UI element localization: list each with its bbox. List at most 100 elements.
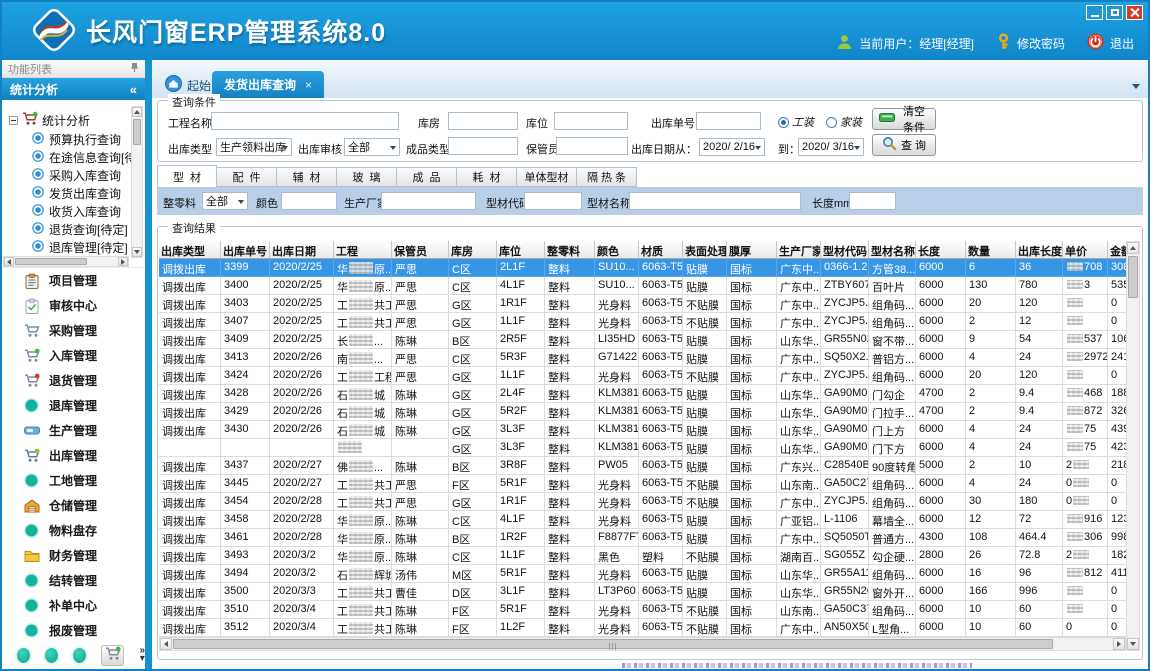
sidebar-menu-item[interactable]: 生产管理 (2, 418, 145, 443)
sidebar-menu-item[interactable]: 补单中心 (2, 593, 145, 618)
column-header[interactable]: 出库类型 (159, 241, 221, 258)
column-header[interactable]: 生产厂家 (777, 241, 821, 258)
column-header[interactable]: 库房 (449, 241, 497, 258)
material-tab-0[interactable]: 型 材 (157, 165, 217, 187)
table-row[interactable]: G区3L3F整料KLM38176063-T5贴膜国标山东华...GA90M09.… (159, 439, 1126, 457)
tree-item[interactable]: 收货入库查询 (2, 202, 136, 220)
close-tab-icon[interactable]: × (305, 78, 312, 92)
keeper-input[interactable] (556, 137, 628, 155)
radio-jiazhuang[interactable]: 家装 (826, 114, 862, 130)
column-header[interactable]: 型材代码 (821, 241, 869, 258)
change-password-link[interactable]: 修改密码 (1017, 35, 1065, 52)
material-tab-3[interactable]: 玻 璃 (337, 167, 397, 187)
clear-conditions-button[interactable]: 清空条件 (872, 108, 936, 130)
tree-item[interactable]: 采购入库查询 (2, 166, 136, 184)
material-tab-4[interactable]: 成 品 (397, 167, 457, 187)
radio-gongzhuang[interactable]: 工装 (778, 114, 814, 130)
profile-code-input[interactable] (524, 192, 582, 210)
sidebar-group-header[interactable]: 统计分析 « (2, 78, 145, 100)
column-header[interactable]: 工程 (334, 241, 392, 258)
column-header[interactable]: 数量 (966, 241, 1016, 258)
sidebar-menu-item[interactable]: 退货管理 (2, 368, 145, 393)
material-tab-2[interactable]: 辅 材 (277, 167, 337, 187)
location-input[interactable] (554, 112, 628, 130)
tree-item[interactable]: 退库管理[待定] (2, 238, 136, 256)
tree-horizontal-scrollbar[interactable] (3, 256, 129, 267)
table-row[interactable]: 调拨出库34932020/3/2华原...陈琳C区1L1F整料黑色塑料不贴膜国标… (159, 547, 1126, 565)
tree-item[interactable]: 在途信息查询[待 (2, 148, 136, 166)
table-row[interactable]: 调拨出库34092020/2/25长...陈琳B区2R5F整料LI35HD606… (159, 331, 1126, 349)
table-row[interactable]: 调拨出库34132020/2/26南...严思C区5R3F整料G71422606… (159, 349, 1126, 367)
sidebar-menu-item[interactable]: 出库管理 (2, 443, 145, 468)
table-horizontal-scrollbar[interactable] (159, 637, 1126, 651)
table-row[interactable]: 调拨出库35002020/3/3工共工程曹佳D区3L1F整料LT3P606063… (159, 583, 1126, 601)
tree-item[interactable]: 预算执行查询 (2, 130, 136, 148)
table-row[interactable]: 调拨出库34542020/2/28工共工程严思G区1R1F整料光身料6063-T… (159, 493, 1126, 511)
table-row[interactable]: 调拨出库34072020/2/25工共工程严思G区1L1F整料光身料6063-T… (159, 313, 1126, 331)
color-input[interactable] (281, 192, 337, 210)
table-row[interactable]: 调拨出库34032020/2/25工共工程严思G区1R1F整料光身料6063-T… (159, 295, 1126, 313)
column-header[interactable]: 整零料 (545, 241, 595, 258)
order-no-input[interactable] (696, 112, 761, 130)
minimize-button[interactable] (1086, 5, 1103, 20)
profile-name-input[interactable] (629, 192, 801, 210)
outbound-audit-select[interactable]: 全部 (344, 138, 400, 156)
column-header[interactable]: 颜色 (595, 241, 639, 258)
column-header[interactable]: 膜厚 (727, 241, 777, 258)
tab-shipment-outbound-query[interactable]: 发货出库查询 × (212, 71, 324, 98)
length-input[interactable] (849, 192, 896, 210)
table-row[interactable]: 调拨出库34302020/2/26石城陈琳G区3L3F整料KLM38176063… (159, 421, 1126, 439)
sidebar-menu-item[interactable]: 采购管理 (2, 318, 145, 343)
column-header[interactable]: 出库单号 (221, 241, 270, 258)
column-header[interactable]: 单价 (1063, 241, 1108, 258)
column-header[interactable]: 材质 (639, 241, 683, 258)
table-row[interactable]: 调拨出库34612020/2/28华原...陈琳B区1R2F整料F8877FT6… (159, 529, 1126, 547)
column-header[interactable]: 出库长度 (1016, 241, 1063, 258)
tree-expander-icon[interactable] (9, 116, 18, 125)
warehouse-input[interactable] (448, 112, 518, 130)
table-row[interactable]: 调拨出库34372020/2/27佛...陈琳B区3R8F整料PW056063-… (159, 457, 1126, 475)
collapsed-module-icon[interactable] (17, 648, 30, 663)
sidebar-menu-item[interactable]: 工地管理 (2, 468, 145, 493)
collapsed-module-icon[interactable] (45, 648, 58, 663)
date-to-select[interactable]: 2020/ 3/16 (798, 138, 864, 156)
material-tab-6[interactable]: 单体型材 (517, 167, 577, 187)
column-header[interactable]: 金额 (1108, 241, 1126, 258)
outbound-type-select[interactable]: 生产领料出库 (216, 138, 292, 156)
maximize-button[interactable] (1106, 5, 1123, 20)
sidebar-menu-item[interactable]: 退库管理 (2, 393, 145, 418)
sidebar-menu-item[interactable]: 物料盘存 (2, 518, 145, 543)
zhengling-select[interactable]: 全部 (202, 192, 248, 210)
material-tab-5[interactable]: 耗 材 (457, 167, 517, 187)
table-row[interactable]: 调拨出库34942020/3/2石辉城汤伟M区5R1F整料光身料6063-T5贴… (159, 565, 1126, 583)
column-header[interactable]: 出库日期 (270, 241, 334, 258)
table-row[interactable]: 调拨出库34002020/2/25华原...严思C区4L1F整料SU10...6… (159, 277, 1126, 295)
logout-link[interactable]: 退出 (1110, 35, 1134, 52)
table-row[interactable]: 调拨出库35122020/3/4工共工程陈琳F区1L2F整料光身料6063-T5… (159, 619, 1126, 637)
sidebar-menu-item[interactable]: 项目管理 (2, 268, 145, 293)
collapsed-cart-button[interactable] (101, 645, 125, 666)
table-row[interactable]: 调拨出库34282020/2/26石城陈琳G区2L4F整料KLM38176063… (159, 385, 1126, 403)
project-name-input[interactable] (211, 112, 399, 130)
maker-input[interactable] (381, 192, 476, 210)
column-header[interactable]: 长度 (916, 241, 966, 258)
column-header[interactable]: 表面处理 (683, 241, 727, 258)
material-tab-1[interactable]: 配 件 (217, 167, 277, 187)
sidebar-menu-item[interactable]: 仓储管理 (2, 493, 145, 518)
sidebar-menu-item[interactable]: 报废管理 (2, 618, 145, 643)
tree-root-node[interactable]: 统计分析 (9, 111, 90, 129)
tab-list-chevron-icon[interactable] (1132, 84, 1140, 93)
column-header[interactable]: 保管员 (392, 241, 449, 258)
table-row[interactable]: 调拨出库33992020/2/25华原...严思C区2L1F整料SU10...6… (159, 259, 1126, 277)
pin-icon[interactable] (130, 62, 139, 76)
date-from-select[interactable]: 2020/ 2/16 (699, 138, 765, 156)
column-header[interactable]: 型材名称 (869, 241, 916, 258)
collapse-icon[interactable]: « (130, 82, 137, 97)
tree-item[interactable]: 发货出库查询 (2, 184, 136, 202)
table-vertical-scrollbar[interactable] (1126, 241, 1140, 651)
table-row[interactable]: 调拨出库34292020/2/26石城陈琳G区5R2F整料KLM38176063… (159, 403, 1126, 421)
sidebar-splitter[interactable] (145, 60, 152, 669)
tree-item[interactable]: 退货查询[待定] (2, 220, 136, 238)
sidebar-menu-item[interactable]: 财务管理 (2, 543, 145, 568)
close-button[interactable] (1126, 5, 1143, 20)
